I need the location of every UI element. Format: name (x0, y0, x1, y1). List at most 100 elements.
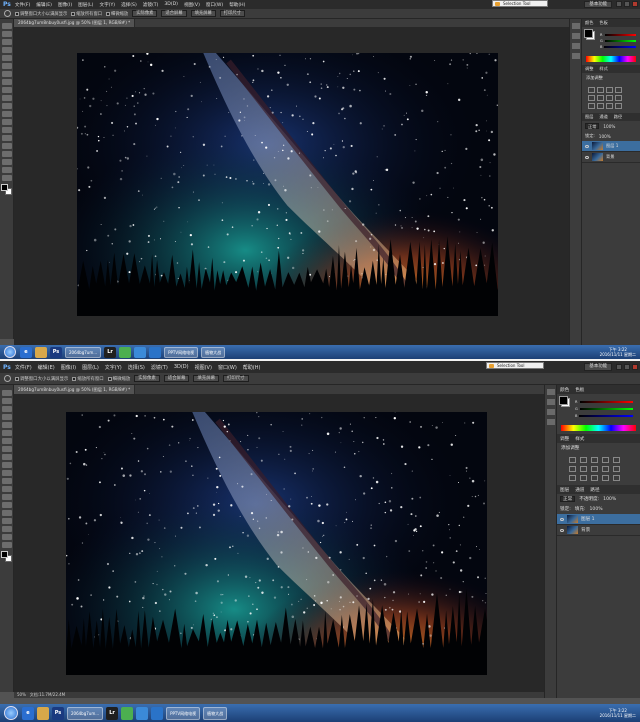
posterize-icon[interactable] (580, 475, 587, 481)
start-button[interactable] (4, 346, 16, 358)
menu-help[interactable]: 帮助(H) (229, 2, 245, 8)
layer-row-background[interactable]: 背景 (557, 525, 640, 536)
hue-icon[interactable] (569, 466, 576, 472)
color-swatches[interactable] (1, 551, 13, 563)
taskbar-pptv[interactable]: PPTV网络电视 (166, 706, 201, 720)
menu-view[interactable]: 视图(V) (195, 364, 212, 371)
exposure-icon[interactable] (602, 457, 609, 463)
taskbar-pptv[interactable]: PPTV网络电视 (164, 346, 199, 358)
clock[interactable]: 下午 3:22 2016/11/11 星期二 (600, 347, 636, 357)
mixer-icon[interactable] (613, 466, 620, 472)
marquee-tool-icon[interactable] (2, 398, 12, 404)
foreground-color-swatch[interactable] (559, 396, 568, 405)
brightness-icon[interactable] (569, 457, 576, 463)
tab-channels[interactable]: 通道 (599, 114, 607, 120)
menu-filter[interactable]: 滤镜(T) (151, 364, 168, 371)
menu-type[interactable]: 文字(Y) (99, 2, 115, 8)
blend-mode-select[interactable]: 正常 (560, 496, 576, 502)
menu-edit[interactable]: 编辑(E) (38, 364, 55, 371)
pen-tool-icon[interactable] (2, 502, 12, 508)
menu-3d[interactable]: 3D(D) (164, 2, 178, 7)
menu-filter[interactable]: 滤镜(T) (143, 2, 159, 8)
menu-image[interactable]: 图像(I) (61, 364, 76, 371)
curves-icon[interactable] (591, 457, 598, 463)
path-select-tool-icon[interactable] (2, 518, 12, 524)
zoom-tool-icon[interactable] (4, 375, 11, 382)
gradient-map-icon[interactable] (615, 103, 622, 109)
hand-tool-icon[interactable] (2, 534, 12, 540)
character-icon[interactable] (547, 409, 555, 415)
layer-row-background[interactable]: 背景 (582, 152, 640, 163)
threshold-icon[interactable] (606, 103, 613, 109)
menu-file[interactable]: 文件(F) (15, 364, 32, 371)
path-select-tool-icon[interactable] (2, 151, 12, 157)
brush-tool-icon[interactable] (2, 446, 12, 452)
photo-filter-icon[interactable] (602, 466, 609, 472)
posterize-icon[interactable] (597, 103, 604, 109)
menu-view[interactable]: 视图(V) (184, 2, 200, 8)
fill-value[interactable]: 100% (590, 507, 603, 512)
menu-window[interactable]: 窗口(W) (206, 2, 223, 8)
zoom-all-checkbox[interactable]: 缩放所有窗口 (72, 376, 104, 382)
photoshop-task-icon[interactable]: Ps (52, 706, 64, 720)
minimize-icon[interactable] (616, 364, 622, 370)
document-tab[interactable]: 2064bg7um8nbuy0usfi.jpg @ 50% (图层 1, RGB… (14, 19, 136, 27)
document-tab[interactable]: 2064bg7um8nbuy0usfi.jpg @ 50% (图层 1, RGB… (14, 385, 136, 394)
history-brush-tool-icon[interactable] (2, 462, 12, 468)
lasso-tool-icon[interactable] (2, 39, 12, 45)
actual-pixels-button[interactable]: 实际像素 (134, 375, 160, 382)
taskbar-photoshop-doc[interactable]: 2064bg7um... (65, 346, 102, 358)
print-size-button[interactable]: 打印尺寸 (222, 375, 249, 382)
tab-layers[interactable]: 图层 (585, 114, 593, 120)
color-swatches[interactable] (1, 184, 13, 196)
dodge-tool-icon[interactable] (2, 127, 12, 133)
red-slider[interactable]: R (575, 400, 633, 404)
crop-tool-icon[interactable] (2, 422, 12, 428)
paragraph-icon[interactable] (572, 53, 580, 59)
quick-select-tool-icon[interactable] (2, 47, 12, 53)
selection-tool-window[interactable]: Selection Tool (486, 362, 544, 369)
brightness-icon[interactable] (588, 87, 595, 93)
lightroom-icon[interactable]: Lr (106, 706, 119, 720)
folder-icon[interactable] (35, 346, 47, 358)
invert-icon[interactable] (569, 475, 576, 481)
tab-adjustments[interactable]: 调整 (560, 436, 569, 442)
close-icon[interactable] (632, 1, 638, 7)
print-size-button[interactable]: 打印尺寸 (219, 10, 245, 17)
history-icon[interactable] (547, 389, 555, 395)
clock[interactable]: 下午 3:22 2016/11/11 星期二 (600, 708, 636, 718)
character-icon[interactable] (572, 43, 580, 49)
green-slider[interactable]: G (575, 407, 633, 411)
scrubby-zoom-checkbox[interactable]: 细微缩放 (107, 376, 130, 382)
stamp-tool-icon[interactable] (2, 454, 12, 460)
minimize-icon[interactable] (616, 1, 622, 7)
menu-type[interactable]: 文字(Y) (105, 364, 122, 371)
blend-mode-select[interactable]: 正常 (585, 123, 600, 129)
lightroom-icon[interactable]: Lr (104, 346, 117, 358)
properties-icon[interactable] (572, 33, 580, 39)
balance-icon[interactable] (606, 95, 613, 101)
taskbar-game[interactable]: 植物大战 (201, 346, 226, 358)
vibrance-icon[interactable] (613, 457, 620, 463)
menu-edit[interactable]: 编辑(E) (36, 2, 52, 8)
fit-screen-button[interactable]: 适合屏幕 (163, 375, 190, 382)
green-slider[interactable]: G (600, 39, 636, 43)
healing-tool-icon[interactable] (2, 438, 12, 444)
tab-paths[interactable]: 路径 (590, 487, 599, 493)
eye-icon[interactable] (585, 155, 589, 159)
pen-tool-icon[interactable] (2, 135, 12, 141)
type-tool-icon[interactable] (2, 510, 12, 516)
tab-swatches[interactable]: 色板 (575, 387, 584, 393)
eraser-tool-icon[interactable] (2, 470, 12, 476)
resize-windows-checkbox[interactable]: 调整窗口大小以满屏显示 (15, 11, 67, 17)
curves-icon[interactable] (606, 87, 613, 93)
maximize-icon[interactable] (624, 364, 630, 370)
menu-window[interactable]: 窗口(W) (218, 364, 237, 371)
tab-styles[interactable]: 样式 (599, 66, 607, 72)
properties-icon[interactable] (547, 399, 555, 405)
menu-image[interactable]: 图像(I) (58, 2, 72, 8)
ie-icon[interactable]: e (22, 706, 34, 720)
zoom-tool-icon[interactable] (2, 175, 12, 181)
opacity-value[interactable]: 100% (603, 497, 616, 502)
blur-tool-icon[interactable] (2, 119, 12, 125)
